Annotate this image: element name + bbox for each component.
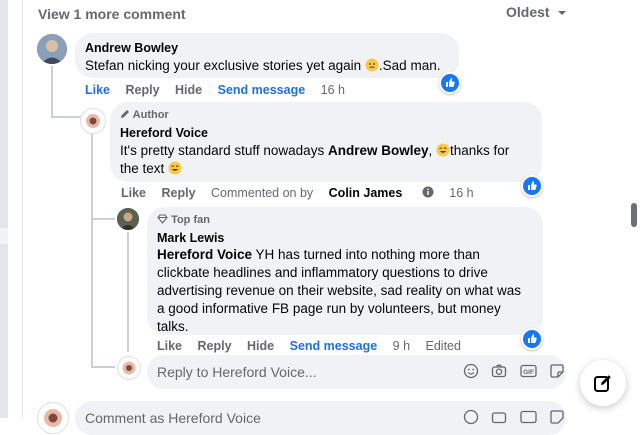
reply-button[interactable]: Reply <box>126 83 160 97</box>
reply-button[interactable]: Reply <box>198 339 232 353</box>
mention-link[interactable]: Andrew Bowley <box>328 143 429 158</box>
reply-tools: GIF <box>463 363 565 384</box>
like-reaction-badge[interactable] <box>439 72 461 94</box>
hide-button[interactable]: Hide <box>175 83 202 97</box>
thumbs-up-icon <box>446 78 455 87</box>
avatar[interactable] <box>117 208 139 230</box>
top-fan-badge: Top fan <box>157 214 210 226</box>
reply-placeholder: Reply to Hereford Voice... <box>157 364 317 380</box>
like-button[interactable]: Like <box>121 186 146 200</box>
commenter-name[interactable]: Colin James <box>329 186 403 200</box>
thumbs-up-icon <box>528 334 537 343</box>
gif-icon[interactable]: GIF <box>520 363 537 384</box>
author-badge: Author <box>120 109 169 121</box>
avatar <box>37 402 69 434</box>
thinking-emoji-icon <box>365 57 379 75</box>
comment-text: Hereford Voice YH has turned into nothin… <box>157 247 521 334</box>
comment-author[interactable]: Andrew Bowley <box>85 41 178 55</box>
comment-bubble: Andrew Bowley Stefan nicking your exclus… <box>75 33 459 78</box>
emoji-icon[interactable] <box>463 363 479 384</box>
scrollbar-thumb[interactable] <box>631 203 637 227</box>
feed-divider <box>22 0 23 418</box>
camera-icon[interactable] <box>491 409 507 430</box>
send-message-button[interactable]: Send message <box>218 83 306 97</box>
diamond-icon <box>157 214 168 224</box>
grin-emoji-icon <box>168 160 182 178</box>
thread-line <box>91 134 93 366</box>
thread-line <box>51 66 53 118</box>
timestamp[interactable]: 16 h <box>321 83 345 97</box>
like-button[interactable]: Like <box>157 339 182 353</box>
edited-label: Edited <box>425 339 461 353</box>
info-icon[interactable] <box>422 186 434 200</box>
reply-button[interactable]: Reply <box>162 186 196 200</box>
compose-icon <box>594 375 611 392</box>
comment-author[interactable]: Hereford Voice <box>120 126 208 140</box>
avatar[interactable] <box>80 108 106 134</box>
comment-bubble: Top fan Mark Lewis Hereford Voice YH has… <box>147 207 543 335</box>
comment-text: It's pretty standard stuff nowadays Andr… <box>120 142 510 178</box>
thread-branch <box>91 366 115 368</box>
grin-emoji-icon <box>436 142 450 160</box>
avatar <box>117 356 141 380</box>
svg-text:GIF: GIF <box>523 369 534 376</box>
commented-on-by-label: Commented on by Colin James <box>211 186 403 200</box>
pencil-icon <box>121 110 129 118</box>
new-message-button[interactable] <box>580 360 626 406</box>
left-gutter <box>0 0 8 418</box>
comment-actions: Like Reply Hide Send message 9 h Edited <box>157 339 473 353</box>
timestamp[interactable]: 9 h <box>393 339 410 353</box>
thread-line <box>127 232 129 352</box>
sticker-icon[interactable] <box>549 363 565 384</box>
camera-icon[interactable] <box>491 363 507 384</box>
like-reaction-badge[interactable] <box>521 175 543 197</box>
comment-tools <box>463 409 565 430</box>
mention-link[interactable]: Hereford Voice <box>157 247 252 262</box>
emoji-icon[interactable] <box>463 409 479 430</box>
hide-button[interactable]: Hide <box>247 339 274 353</box>
comment-bubble: Author Hereford Voice It's pretty standa… <box>110 102 542 182</box>
like-button[interactable]: Like <box>85 83 110 97</box>
comment-input[interactable]: Comment as Hereford Voice <box>75 401 566 435</box>
sticker-icon[interactable] <box>549 409 565 430</box>
like-reaction-badge[interactable] <box>521 328 543 350</box>
timestamp[interactable]: 16 h <box>449 186 473 200</box>
avatar[interactable] <box>37 34 67 64</box>
view-more-comments-link[interactable]: View 1 more comment <box>38 6 186 22</box>
sort-dropdown[interactable]: Oldest <box>506 4 567 20</box>
comment-placeholder: Comment as Hereford Voice <box>85 410 261 426</box>
send-message-button[interactable]: Send message <box>290 339 378 353</box>
thread-branch <box>51 116 81 118</box>
sort-label: Oldest <box>506 4 550 20</box>
comment-author[interactable]: Mark Lewis <box>157 231 224 245</box>
gif-icon[interactable] <box>520 409 537 430</box>
comment-text: Stefan nicking your exclusive stories ye… <box>85 57 441 75</box>
reply-input[interactable]: Reply to Hereford Voice... GIF <box>147 355 566 389</box>
comment-actions: Like Reply Hide Send message 16 h <box>85 83 357 97</box>
thread-branch <box>91 218 115 220</box>
caret-down-icon <box>558 11 567 15</box>
comment-actions: Like Reply Commented on by Colin James 1… <box>121 186 486 200</box>
thumbs-up-icon <box>528 181 537 190</box>
